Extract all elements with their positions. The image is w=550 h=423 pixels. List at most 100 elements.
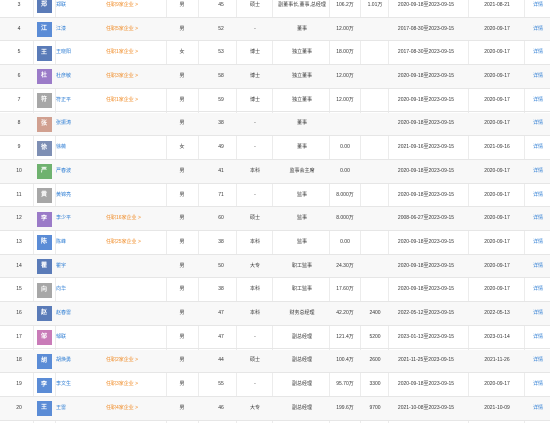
avatar: 杜 — [36, 69, 52, 85]
person-name-link[interactable]: 瞿宇 — [56, 255, 86, 279]
age: 71 — [218, 191, 224, 198]
tenure-link[interactable]: 任职3家企业 > — [106, 373, 176, 397]
avatar-cell: 张 — [36, 113, 52, 137]
education: 大专 — [249, 262, 260, 269]
detail-link[interactable]: 详情 — [528, 18, 548, 42]
gender: 男 — [179, 404, 185, 411]
salary: 12.00万 — [336, 96, 354, 103]
person-name-link[interactable]: 胡焕勇 — [56, 350, 86, 374]
education: - — [254, 381, 256, 388]
person-name-link[interactable]: 严春波 — [56, 160, 86, 184]
tenure-link[interactable]: 任职4家企业 > — [106, 397, 176, 421]
detail-link[interactable]: 详情 — [528, 231, 548, 255]
person-name-link[interactable]: 向华 — [56, 278, 86, 302]
detail-link[interactable]: 详情 — [528, 278, 548, 302]
person-name-link[interactable]: 江漆 — [56, 18, 86, 42]
person-name-link[interactable]: 符正平 — [56, 89, 86, 113]
salary: 121.4万 — [336, 333, 354, 340]
position-title: 副总经理 — [291, 381, 312, 388]
tenure-link[interactable]: 任职3家企业 > — [106, 65, 176, 89]
announcement-date: 2020-09-17 — [484, 238, 510, 245]
tenure-link[interactable] — [106, 302, 176, 326]
tenure-link[interactable]: 任职25家企业 > — [106, 231, 176, 255]
detail-link[interactable]: 详情 — [528, 0, 548, 18]
age: 41 — [218, 167, 224, 174]
position-title: 职工监事 — [291, 262, 312, 269]
tenure-link[interactable] — [106, 184, 176, 208]
row-index: 10 — [16, 167, 22, 174]
tenure-link[interactable]: 任职16家企业 > — [106, 207, 176, 231]
person-name-link[interactable]: 郑联 — [56, 0, 86, 18]
tenure-link[interactable] — [106, 113, 176, 137]
avatar-cell: 王 — [36, 397, 52, 421]
avatar: 胡 — [36, 353, 52, 369]
position-title: 财务总经理 — [289, 310, 315, 317]
avatar: 向 — [36, 282, 52, 298]
person-name-link[interactable]: 李文生 — [56, 373, 86, 397]
salary: 8.000万 — [336, 191, 354, 198]
gender: 男 — [179, 120, 185, 127]
detail-link[interactable]: 详情 — [528, 302, 548, 326]
announcement-date: 2021-08-21 — [484, 1, 510, 8]
announcement-date: 2020-09-17 — [484, 73, 510, 80]
tenure-link[interactable] — [106, 160, 176, 184]
education: 博士 — [249, 96, 260, 103]
person-name-link[interactable]: 陈峰 — [56, 231, 86, 255]
term-period: 2021-11-25至2023-09-15 — [398, 357, 454, 364]
person-name-link[interactable]: 赵春雷 — [56, 302, 86, 326]
salary: 106.2万 — [336, 1, 354, 8]
table-row: 10 严严春波 男 41 本科 监事会主席 0.00 2020-09-18至2023-09-1… — [0, 159, 550, 184]
detail-link[interactable]: 详情 — [528, 89, 548, 113]
detail-link[interactable]: 详情 — [528, 160, 548, 184]
avatar: 陈 — [36, 235, 52, 251]
detail-link[interactable]: 详情 — [528, 373, 548, 397]
table-row: 9 徐徐薇 女 49 - 董事 0.00 2021-09-16至2023-09-15 2021-… — [0, 136, 550, 160]
tenure-link[interactable] — [106, 136, 176, 160]
position-title: 董事 — [296, 25, 307, 32]
detail-link[interactable]: 详情 — [528, 326, 548, 350]
detail-link[interactable]: 详情 — [528, 397, 548, 421]
salary: 0.00 — [340, 167, 350, 174]
detail-link[interactable]: 详情 — [528, 65, 548, 89]
tenure-link[interactable] — [106, 255, 176, 279]
detail-link[interactable]: 详情 — [528, 41, 548, 65]
term-period: 2020-09-18至2023-09-15 — [397, 167, 455, 174]
person-name-link[interactable]: 王雷 — [56, 397, 86, 421]
person-name-link[interactable]: 徐薇 — [56, 136, 86, 160]
tenure-link[interactable]: 任职2家企业 > — [106, 350, 176, 374]
detail-link[interactable]: 详情 — [528, 113, 548, 137]
table-row: 18 胡胡焕勇 任职2家企业 > 男 44 硕士 副总经理 100.4万 2600 2021-11… — [0, 349, 550, 374]
tenure-link[interactable]: 任职9家企业 > — [106, 0, 176, 18]
row-index: 14 — [16, 262, 22, 269]
age: 59 — [218, 96, 224, 103]
person-name-link[interactable]: 邹联 — [56, 326, 86, 350]
announcement-date: 2020-09-17 — [484, 191, 510, 198]
education: - — [254, 144, 256, 151]
announcement-date: 2020-09-17 — [484, 167, 510, 174]
detail-link[interactable]: 详情 — [528, 184, 548, 208]
avatar: 严 — [36, 164, 52, 180]
table-row: 15 向向华 男 38 本科 职工监事 17.60万 2020-09-18至2023-09-1… — [0, 278, 550, 303]
row-index: 9 — [17, 144, 21, 151]
gender: 男 — [179, 381, 185, 388]
detail-link[interactable]: 详情 — [528, 350, 548, 374]
detail-link[interactable]: 详情 — [528, 207, 548, 231]
avatar-cell: 杜 — [36, 65, 52, 89]
tenure-link[interactable] — [106, 326, 176, 350]
detail-link[interactable]: 详情 — [528, 255, 548, 279]
salary: 24.30万 — [336, 262, 354, 269]
detail-link[interactable]: 详情 — [528, 136, 548, 160]
avatar: 郑 — [36, 0, 52, 14]
salary — [330, 113, 360, 137]
row-index: 11 — [16, 191, 22, 198]
person-name-link[interactable]: 杜彦敏 — [56, 65, 86, 89]
person-name-link[interactable]: 张振涛 — [56, 113, 86, 137]
person-name-link[interactable]: 李少平 — [56, 207, 86, 231]
tenure-link[interactable] — [106, 278, 176, 302]
tenure-link[interactable]: 任职1家企业 > — [106, 41, 176, 65]
avatar: 瞿 — [36, 259, 52, 275]
tenure-link[interactable]: 任职1家企业 > — [106, 89, 176, 113]
tenure-link[interactable]: 任职5家企业 > — [106, 18, 176, 42]
person-name-link[interactable]: 王晓阳 — [56, 41, 86, 65]
person-name-link[interactable]: 黄锦亮 — [56, 184, 86, 208]
